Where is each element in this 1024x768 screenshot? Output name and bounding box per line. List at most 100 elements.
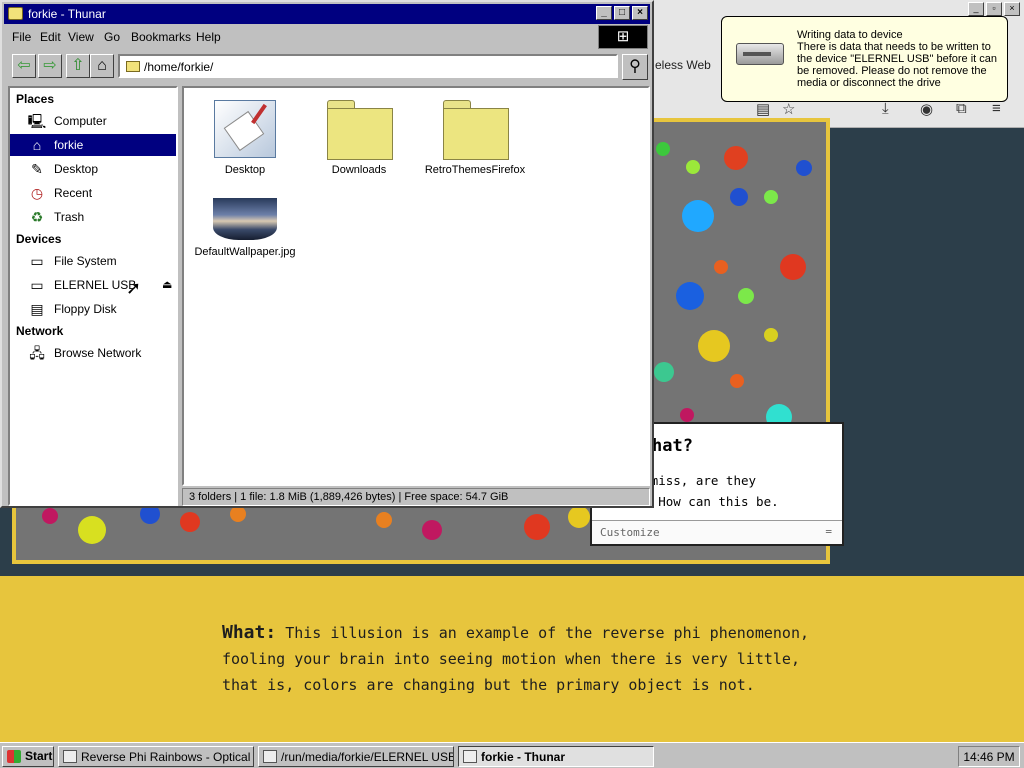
trash-icon: ♻ [30,209,44,225]
sidebar-item-file-system[interactable]: ▭ File System [10,250,176,272]
dot [698,330,730,362]
task-button-thunar[interactable]: forkie - Thunar [458,746,654,767]
sidebar-item-desktop[interactable]: ✎ Desktop [10,158,176,180]
sidebar-item-label: Computer [54,114,107,128]
sidebar-item-browse-network[interactable]: 🖧 Browse Network [10,342,176,364]
device-write-notification[interactable]: Writing data to device There is data tha… [721,16,1008,102]
network-icon: 🖧 [29,345,45,361]
folder-icon [443,100,509,160]
sidebar-item-floppy-disk[interactable]: ▤ Floppy Disk [10,298,176,320]
dot [654,362,674,382]
sidebar-item-forkie[interactable]: ⌂ forkie [10,134,176,156]
close-button[interactable]: × [632,6,648,20]
task-button-usb-folder[interactable]: /run/media/forkie/ELERNEL USB/... [258,746,454,767]
customize-bar[interactable]: Customize = [592,520,842,544]
web-page-icon [63,750,77,763]
mouse-pointer-icon: ➚ [126,278,142,298]
menu-go[interactable]: Go [104,30,120,44]
browser-close-button[interactable]: × [1004,2,1020,16]
task-label: /run/media/forkie/ELERNEL USB/... [281,750,454,764]
recent-clock-icon: ◷ [30,185,44,201]
start-button[interactable]: Start [2,746,54,767]
window-controls: _ □ × [596,6,648,20]
maximize-button[interactable]: □ [614,6,630,20]
sidebar-item-trash[interactable]: ♻ Trash [10,206,176,228]
floppy-disk-icon: ▤ [30,301,44,317]
dot [764,328,778,342]
dot [730,374,744,388]
sidebar-item-elernel-usb[interactable]: ▭ ELERNEL USB ⏏ [10,274,176,296]
bookmark-star-icon[interactable]: ☆ [782,100,795,118]
menu-file[interactable]: File [12,30,31,44]
description-text: What: This illusion is an example of the… [222,620,842,698]
dot [230,506,246,522]
drag-grip-icon[interactable]: = [825,525,832,538]
browser-maximize-button[interactable]: ▫ [986,2,1002,16]
dot [686,160,700,174]
file-view: Desktop Downloads RetroThemesFirefox Def… [182,86,650,486]
dot [656,142,670,156]
sidebar-item-label: File System [54,254,117,268]
menu-bookmarks[interactable]: Bookmarks [131,30,191,44]
sidebar-item-label: ELERNEL USB [54,278,137,292]
menu-view[interactable]: View [68,30,94,44]
title-bar[interactable]: forkie - Thunar _ □ × [4,4,650,24]
task-button-browser[interactable]: Reverse Phi Rainbows - Optical Il... [58,746,254,767]
account-icon[interactable]: ◉ [920,100,933,118]
downloads-icon[interactable]: ⤓ [882,100,889,117]
description-heading: What: [222,622,277,643]
customize-label[interactable]: Customize [600,526,660,539]
notification-message: There is data that needs to be written t… [797,41,998,89]
folder-icon [126,61,140,72]
menu-icon[interactable]: ≡ [992,100,1001,117]
sidebar-item-label: forkie [54,138,84,152]
windows-logo-icon: ⊞ [598,25,648,49]
desktop-icon: ✎ [31,161,43,177]
up-arrow-icon[interactable]: ⇧ [66,54,90,78]
sidebar-item-label: Floppy Disk [54,302,117,316]
window-title: forkie - Thunar [28,7,106,21]
sidebar-item-label: Browse Network [54,346,142,360]
usb-drive-icon: ▭ [30,277,44,293]
system-clock[interactable]: 14:46 PM [958,746,1020,767]
search-icon[interactable]: ⚲ [622,54,648,80]
dot [764,190,778,204]
minimize-button[interactable]: _ [596,6,612,20]
location-path: /home/forkie/ [144,60,214,74]
file-item-defaultwallpaper[interactable]: DefaultWallpaper.jpg [190,198,300,258]
dot [524,514,550,540]
reader-view-icon[interactable]: ▤ [756,100,770,118]
folder-icon [327,100,393,160]
forward-arrow-icon[interactable]: ⇨ [38,54,62,78]
usb-drive-icon [736,43,784,65]
devices-heading: Devices [16,232,62,246]
sidebar-item-computer[interactable]: 🖳 Computer [10,110,176,132]
folder-icon [8,7,23,20]
file-item-desktop[interactable]: Desktop [190,100,300,176]
windows-logo-icon [7,750,21,763]
menu-bar: File Edit View Go Bookmarks Help [4,26,650,48]
back-arrow-icon[interactable]: ⇦ [12,54,36,78]
file-name: DefaultWallpaper.jpg [194,246,296,258]
navigation-toolbar: ⇦ ⇨ ⇧ ⌂ /home/forkie/ ⚲ [4,50,650,84]
image-thumbnail-icon [213,198,277,240]
browser-tab-title[interactable]: eless Web [655,58,711,72]
card-title: hat? [652,436,693,456]
computer-icon: 🖳 [27,113,47,129]
browser-minimize-button[interactable]: _ [968,2,984,16]
file-item-downloads[interactable]: Downloads [304,100,414,176]
file-item-retrothemesfirefox[interactable]: RetroThemesFirefox [420,100,530,176]
sidebar-item-recent[interactable]: ◷ Recent [10,182,176,204]
eject-icon[interactable]: ⏏ [162,278,172,291]
menu-help[interactable]: Help [196,30,221,44]
extensions-icon[interactable]: ⧉ [956,100,967,117]
folder-icon [463,750,477,763]
dot [180,512,200,532]
dot [376,512,392,528]
location-bar[interactable]: /home/forkie/ [118,54,618,78]
menu-edit[interactable]: Edit [40,30,61,44]
file-name: Downloads [331,164,387,176]
folder-icon [263,750,277,763]
home-icon[interactable]: ⌂ [90,54,114,78]
dot [42,508,58,524]
